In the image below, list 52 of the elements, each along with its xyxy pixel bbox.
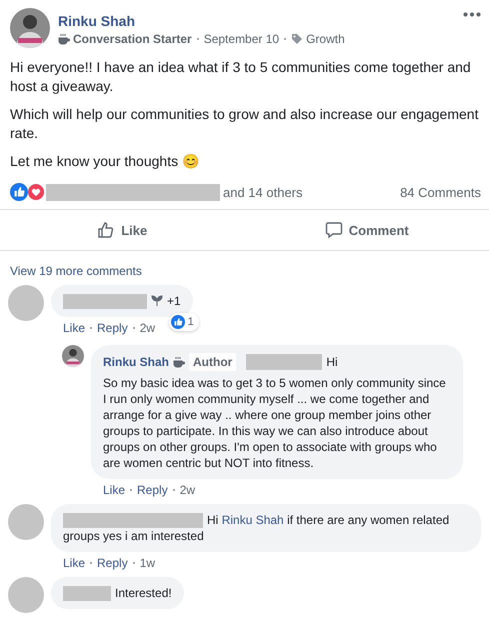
redacted-bar <box>63 586 111 601</box>
reply-link[interactable]: Reply <box>97 556 128 570</box>
comment-text: Hi Rinku Shah if there are any women related groups yes i am interested <box>63 512 450 544</box>
like-icon <box>10 183 28 201</box>
thumbs-up-icon <box>97 221 116 239</box>
separator-dot <box>196 38 199 40</box>
topic-tag[interactable]: Growth <box>306 32 345 46</box>
mention-link[interactable]: Rinku Shah <box>222 513 284 527</box>
comment-text: Interested! <box>115 585 172 602</box>
speech-bubble-icon <box>324 221 343 239</box>
separator-dot <box>90 327 92 329</box>
separator-dot <box>284 38 286 40</box>
member-title: Conversation Starter <box>73 32 192 46</box>
post-text: Let me know your thoughts 😊 <box>10 152 200 171</box>
avatar <box>8 285 44 321</box>
post-date[interactable]: September 10 <box>204 32 280 46</box>
author-name[interactable]: Rinku Shah <box>103 354 170 370</box>
cup-icon <box>173 356 186 368</box>
comment-time: 2w <box>180 483 196 497</box>
author-name[interactable]: Rinku Shah <box>58 13 455 29</box>
tag-icon <box>291 33 304 45</box>
profile-avatar <box>10 8 50 48</box>
avatar <box>62 345 84 367</box>
post-text: Which will help our communities to grow and also increase our engagement rate. <box>10 105 479 143</box>
comment-time: 2w <box>140 321 156 335</box>
more-icon[interactable] <box>463 12 481 17</box>
avatar <box>8 577 44 614</box>
post-text: Hi everyone!! I have an idea what if 3 to 5 communities come together and host a giveaway. <box>10 58 472 96</box>
comment-button[interactable]: Comment <box>244 214 489 246</box>
reaction-count[interactable]: 1 <box>168 313 199 331</box>
separator-dot <box>172 489 175 491</box>
avatar <box>8 504 44 540</box>
cup-icon <box>58 33 70 45</box>
comment-text: +1 <box>167 293 181 309</box>
comment-text: So my basic idea was to get 3 to 5 women only community since I run only women community myself ... we come together and arrange for a give way .. where one group member joins other groups to participate. In this way we can also introduce about groups on other groups. I'm open to associate with groups who are women centric but NOT into fitness. <box>103 375 447 471</box>
like-icon <box>170 315 185 329</box>
separator-dot <box>132 562 135 564</box>
separator-dot <box>132 327 135 329</box>
view-more-link[interactable]: View 19 more comments <box>10 264 489 278</box>
separator-dot <box>130 489 132 491</box>
reply-link[interactable]: Reply <box>137 483 168 497</box>
comment-count[interactable]: 84 Comments <box>400 184 481 200</box>
like-link[interactable]: Like <box>103 483 126 497</box>
comment-text: Hi <box>326 354 338 370</box>
reaction-summary[interactable]: and 14 others <box>223 184 303 200</box>
separator-dot <box>90 562 92 564</box>
reply-link[interactable]: Reply <box>97 321 128 335</box>
like-link[interactable]: Like <box>63 556 86 570</box>
author-badge: Author <box>189 353 236 371</box>
like-link[interactable]: Like <box>63 321 86 335</box>
comment-time: 1w <box>140 556 156 570</box>
like-button[interactable]: Like <box>0 214 244 246</box>
